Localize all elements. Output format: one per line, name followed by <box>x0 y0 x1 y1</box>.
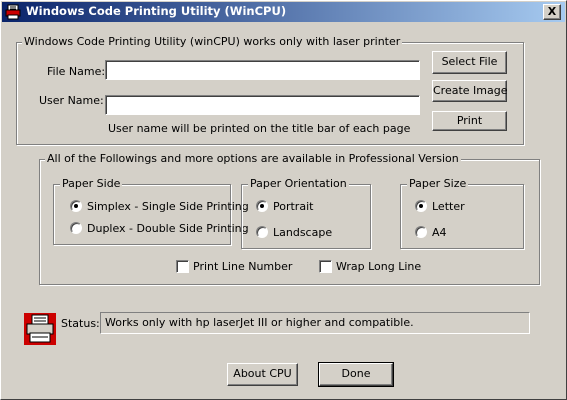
close-icon: X <box>547 5 557 18</box>
main-groupbox-title: Windows Code Printing Utility (winCPU) w… <box>22 35 403 48</box>
status-box: Works only with hp laserJet III or highe… <box>100 312 530 334</box>
portrait-label[interactable]: Portrait <box>273 200 313 213</box>
close-button[interactable]: X <box>543 4 561 20</box>
done-button-label: Done <box>341 367 371 380</box>
letter-label[interactable]: Letter <box>432 200 465 213</box>
duplex-radio[interactable] <box>70 222 82 234</box>
status-text: Works only with hp laserJet III or highe… <box>105 316 414 329</box>
landscape-label[interactable]: Landscape <box>273 226 332 239</box>
a4-radio[interactable] <box>415 226 427 238</box>
a4-label[interactable]: A4 <box>432 226 447 239</box>
paper-orientation-title: Paper Orientation <box>248 177 349 190</box>
print-button-label: Print <box>456 114 483 127</box>
create-image-button[interactable]: Create Image <box>432 80 508 102</box>
letter-radio[interactable] <box>415 200 427 212</box>
print-line-number-label[interactable]: Print Line Number <box>193 260 292 273</box>
select-file-button-label: Select File <box>441 55 498 68</box>
user-name-hint: User name will be printed on the title b… <box>108 122 411 135</box>
create-image-button-label: Create Image <box>433 84 508 97</box>
done-button[interactable]: Done <box>318 362 394 387</box>
paper-orientation-groupbox: Paper Orientation <box>241 177 371 249</box>
wrap-long-line-label[interactable]: Wrap Long Line <box>336 260 421 273</box>
file-name-input[interactable] <box>105 60 420 80</box>
about-cpu-button-label: About CPU <box>233 367 292 380</box>
window-title: Windows Code Printing Utility (WinCPU) <box>26 4 287 18</box>
simplex-label[interactable]: Simplex - Single Side Printing <box>87 200 249 213</box>
print-line-number-checkbox[interactable] <box>176 260 189 273</box>
paper-side-groupbox: Paper Side <box>53 177 231 245</box>
select-file-button[interactable]: Select File <box>432 51 507 74</box>
portrait-radio[interactable] <box>256 200 268 212</box>
status-label: Status: <box>61 317 100 330</box>
paper-size-groupbox: Paper Size <box>400 177 524 249</box>
printer-app-icon <box>5 4 21 20</box>
user-name-label: User Name: <box>39 94 104 107</box>
landscape-radio[interactable] <box>256 226 268 238</box>
about-cpu-button[interactable]: About CPU <box>227 363 298 386</box>
wrap-long-line-checkbox[interactable] <box>319 260 332 273</box>
app-window: Windows Code Printing Utility (WinCPU) X… <box>0 0 567 400</box>
file-name-label: File Name: <box>47 65 106 78</box>
paper-size-title: Paper Size <box>407 177 469 190</box>
duplex-label[interactable]: Duplex - Double Side Printing <box>87 222 249 235</box>
user-name-input[interactable] <box>105 95 420 115</box>
paper-side-title: Paper Side <box>60 177 123 190</box>
print-button[interactable]: Print <box>432 111 507 131</box>
simplex-radio[interactable] <box>70 200 82 212</box>
printer-icon <box>24 313 56 345</box>
pro-options-groupbox-title: All of the Followings and more options a… <box>45 152 461 165</box>
title-bar[interactable]: Windows Code Printing Utility (WinCPU) X <box>2 2 565 22</box>
